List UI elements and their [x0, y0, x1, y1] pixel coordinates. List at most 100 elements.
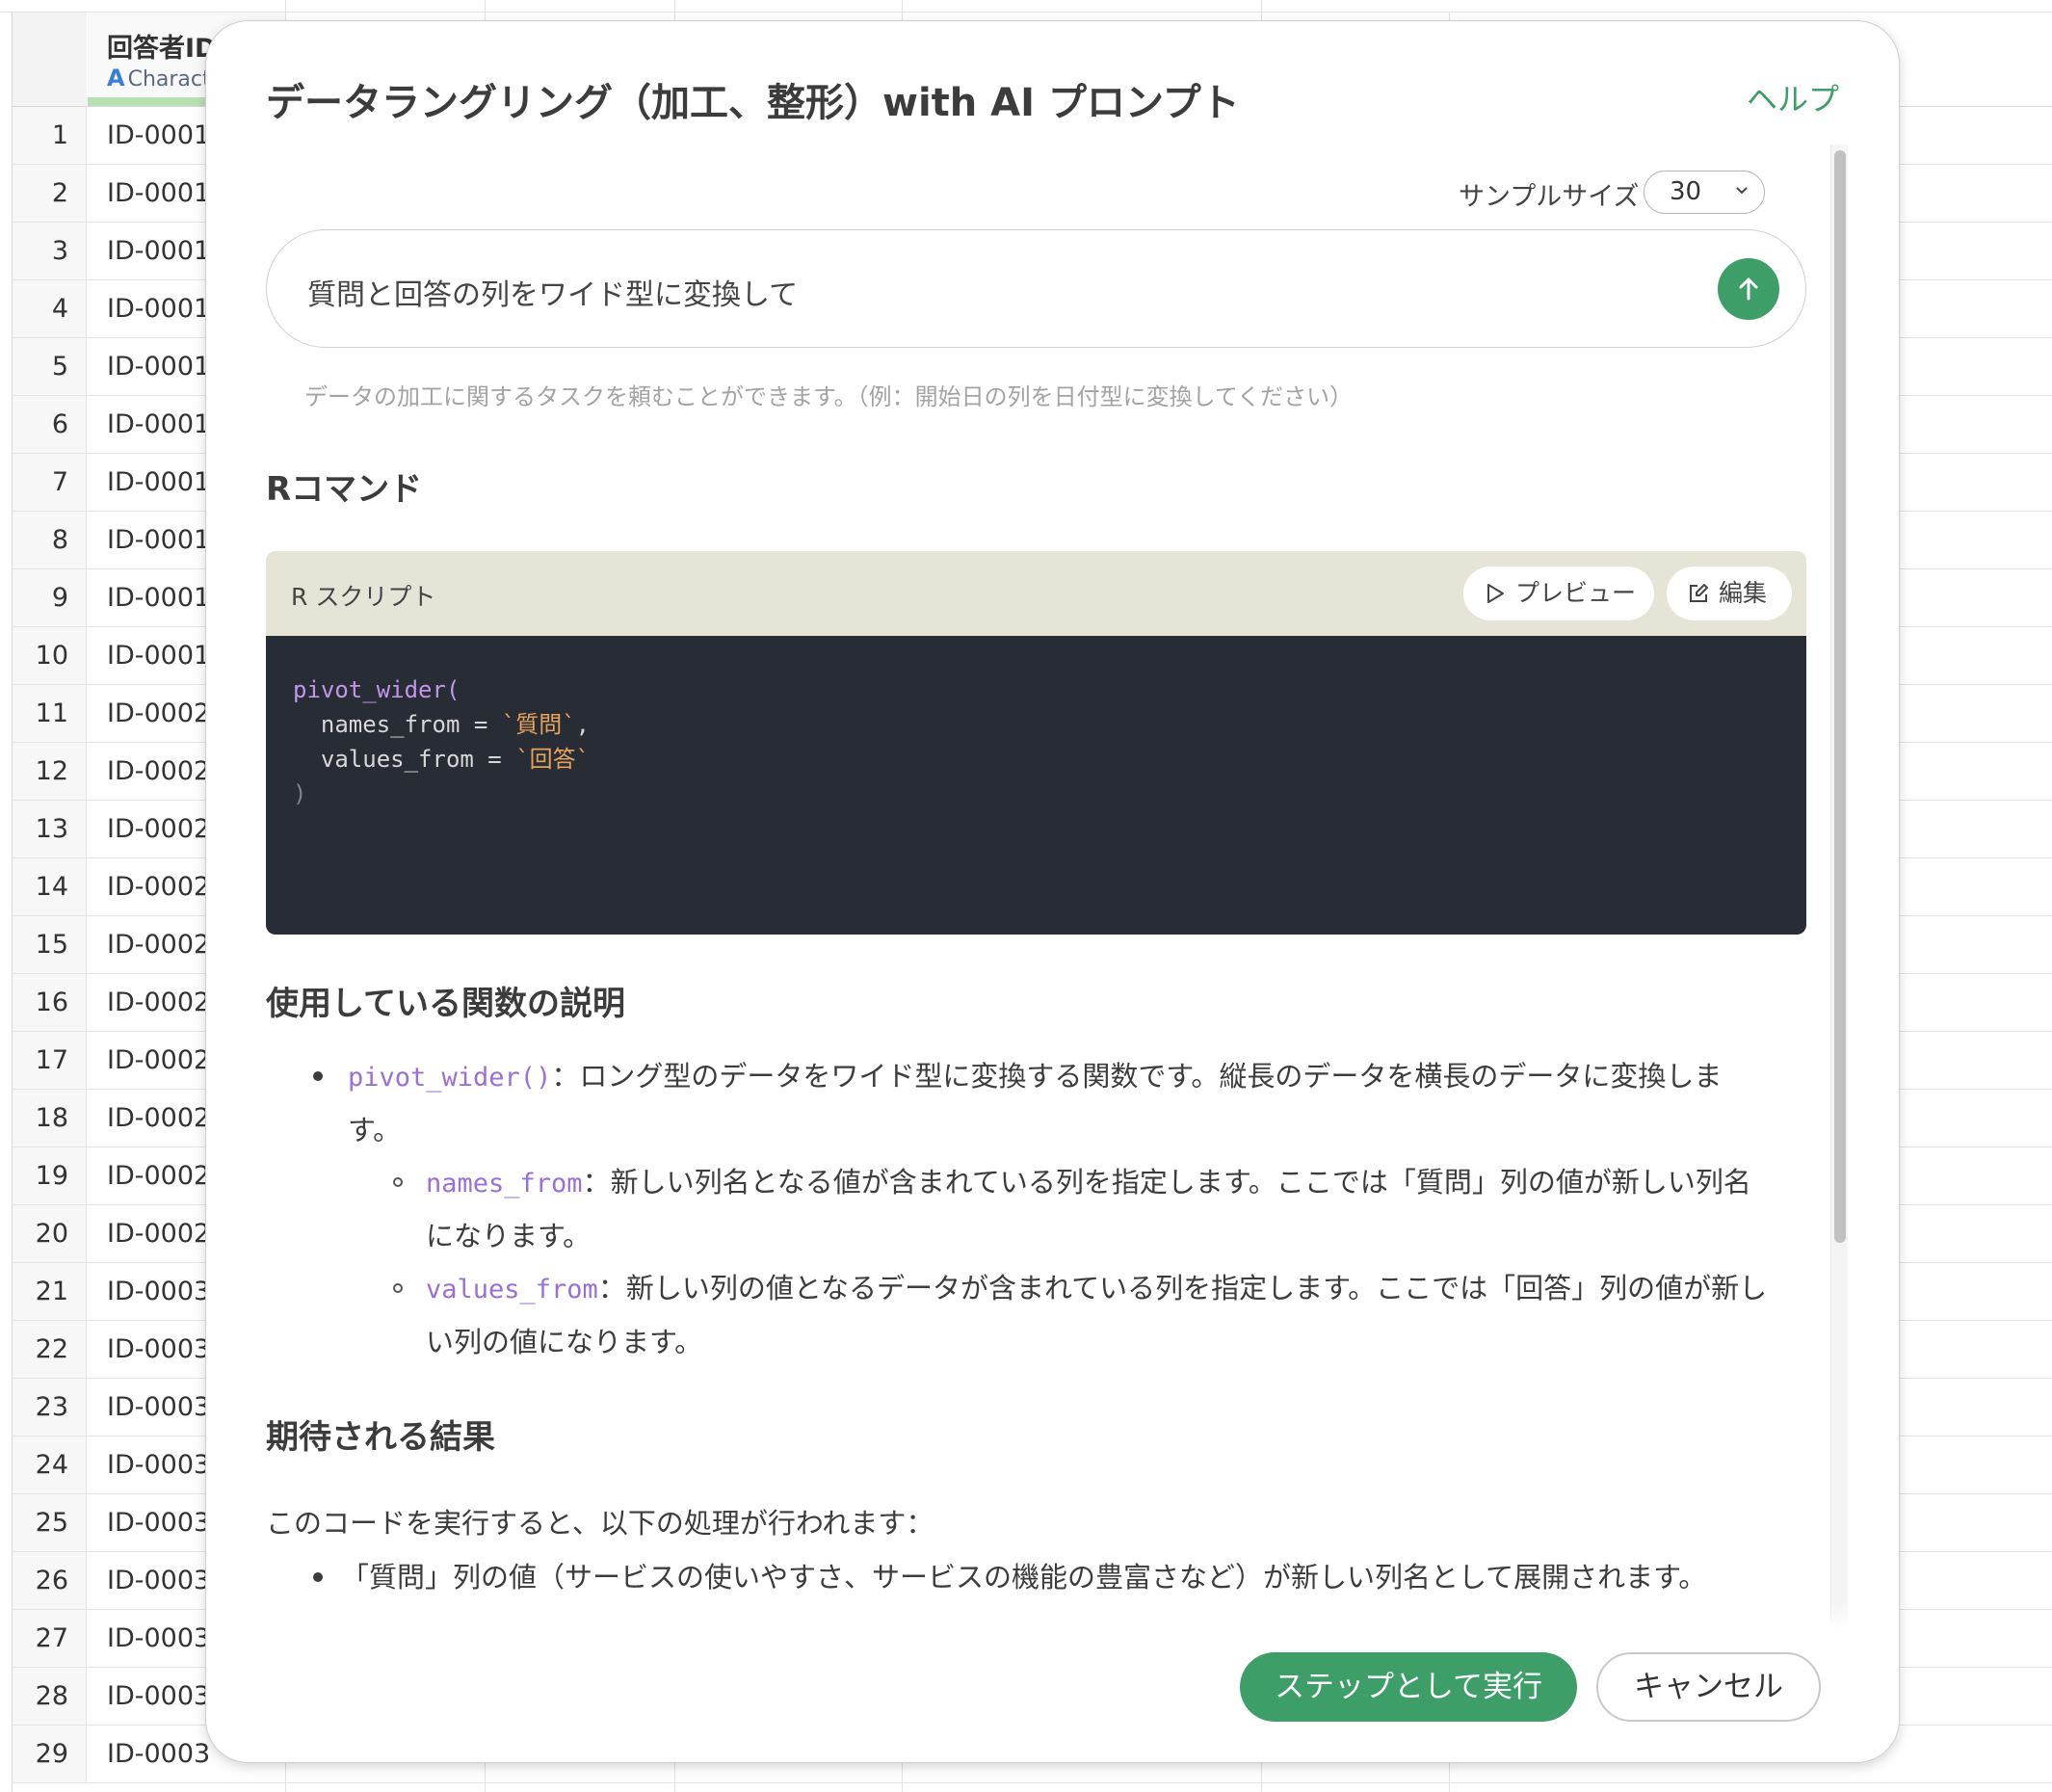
- play-icon: [1487, 584, 1504, 603]
- code-close-paren: ): [293, 780, 307, 807]
- functions-heading: 使用している関数の説明: [266, 985, 625, 1023]
- row-number[interactable]: 28: [13, 1668, 87, 1725]
- respondent-id-cell[interactable]: ID-0003: [107, 1726, 210, 1782]
- send-button[interactable]: [1718, 258, 1779, 320]
- respondent-id-cell[interactable]: ID-0002: [107, 916, 210, 973]
- sample-size-select[interactable]: 30: [1644, 171, 1765, 214]
- func-sub2-line-2: い列の値になります。: [426, 1326, 703, 1358]
- row-number[interactable]: 2: [13, 165, 87, 222]
- row-number[interactable]: 21: [13, 1263, 87, 1320]
- code-argument-name: values_from =: [293, 746, 516, 773]
- row-number[interactable]: 17: [13, 1032, 87, 1089]
- row-number[interactable]: 19: [13, 1147, 87, 1204]
- respondent-id-cell[interactable]: ID-0002: [107, 858, 210, 915]
- footer-fade: [206, 1601, 1899, 1630]
- respondent-id-cell[interactable]: ID-0003: [107, 1494, 210, 1551]
- respondent-id-cell[interactable]: ID-0003: [107, 1436, 210, 1493]
- prompt-input[interactable]: 質問と回答の列をワイド型に変換して: [266, 229, 1806, 348]
- bullet-dot: [313, 1071, 323, 1081]
- func-main-text: ：ロング型のデータをワイド型に変換する関数です。縦長のデータを横長のデータに変換…: [551, 1060, 1723, 1093]
- row-number[interactable]: 25: [13, 1494, 87, 1551]
- row-number[interactable]: 14: [13, 858, 87, 915]
- row-number[interactable]: 3: [13, 223, 87, 279]
- row-number[interactable]: 4: [13, 280, 87, 337]
- r-command-heading: Rコマンド: [266, 470, 423, 509]
- func-main-line-2: す。: [348, 1114, 402, 1146]
- func-sub1-line-1: names_from：新しい列名となる値が含まれている列を指定します。ここでは「…: [426, 1160, 1751, 1200]
- respondent-id-cell[interactable]: ID-0001: [107, 569, 210, 626]
- respondent-id-cell[interactable]: ID-0002: [107, 1032, 210, 1089]
- row-number[interactable]: 7: [13, 454, 87, 511]
- prompt-input-text: 質問と回答の列をワイド型に変換して: [307, 278, 799, 312]
- respondent-id-cell[interactable]: ID-0001: [107, 165, 210, 222]
- row-number[interactable]: 27: [13, 1610, 87, 1667]
- row-number[interactable]: 20: [13, 1205, 87, 1262]
- row-number[interactable]: 11: [13, 685, 87, 742]
- row-number[interactable]: 24: [13, 1436, 87, 1493]
- column-type-text: Charact: [127, 67, 211, 92]
- row-number[interactable]: 29: [13, 1726, 87, 1782]
- r-script-label: R スクリプト: [291, 583, 436, 611]
- respondent-id-cell[interactable]: ID-0003: [107, 1610, 210, 1667]
- respondent-id-cell[interactable]: ID-0003: [107, 1263, 210, 1320]
- respondent-id-cell[interactable]: ID-0001: [107, 280, 210, 337]
- row-number[interactable]: 12: [13, 743, 87, 800]
- chevron-down-icon: [1736, 187, 1748, 195]
- result-bullet: 「質問」列の値（サービスの使いやすさ、サービスの機能の豊富さなど）が新しい列名と…: [341, 1561, 1707, 1594]
- respondent-id-cell[interactable]: ID-0002: [107, 1090, 210, 1146]
- respondent-id-cell[interactable]: ID-0003: [107, 1379, 210, 1436]
- row-number[interactable]: 9: [13, 569, 87, 626]
- respondent-id-cell[interactable]: ID-0002: [107, 1205, 210, 1262]
- bullet-ring: [393, 1177, 403, 1187]
- preview-button[interactable]: プレビュー: [1463, 567, 1654, 620]
- respondent-id-cell[interactable]: ID-0003: [107, 1321, 210, 1378]
- func-sub2-code: values_from: [426, 1275, 598, 1304]
- column-header-name: 回答者ID: [107, 34, 217, 64]
- respondent-id-cell[interactable]: ID-0003: [107, 1552, 210, 1609]
- row-number[interactable]: 13: [13, 801, 87, 857]
- respondent-id-cell[interactable]: ID-0001: [107, 338, 210, 395]
- row-number[interactable]: 23: [13, 1379, 87, 1436]
- respondent-id-cell[interactable]: ID-0002: [107, 685, 210, 742]
- scrollbar-thumb[interactable]: [1834, 150, 1846, 1243]
- r-script-code[interactable]: pivot_wider( names_from = `質問`, values_f…: [266, 636, 1806, 935]
- respondent-id-cell[interactable]: ID-0003: [107, 1668, 210, 1725]
- func-sub2-line-1: values_from：新しい列の値となるデータが含まれている列を指定します。こ…: [426, 1266, 1767, 1306]
- run-as-step-button[interactable]: ステップとして実行: [1240, 1652, 1577, 1722]
- code-argument-value: `回答`: [515, 746, 591, 773]
- ai-prompt-dialog: データラングリング（加工、整形）with AI プロンプト ヘルプ サンプルサイ…: [206, 21, 1899, 1762]
- dialog-title: データラングリング（加工、整形）with AI プロンプト: [266, 81, 1240, 125]
- code-comma: ,: [575, 711, 591, 738]
- cancel-button[interactable]: キャンセル: [1596, 1652, 1821, 1722]
- code-argument-value: `質問`: [501, 711, 576, 738]
- preview-button-label: プレビュー: [1515, 579, 1637, 607]
- row-number[interactable]: 26: [13, 1552, 87, 1609]
- edit-button[interactable]: 編集: [1667, 567, 1792, 620]
- row-number[interactable]: 6: [13, 396, 87, 453]
- arrow-up-icon: [1739, 277, 1758, 301]
- row-number[interactable]: 18: [13, 1090, 87, 1146]
- help-link[interactable]: ヘルプ: [1747, 75, 1839, 119]
- respondent-id-cell[interactable]: ID-0001: [107, 627, 210, 684]
- respondent-id-cell[interactable]: ID-0001: [107, 223, 210, 279]
- respondent-id-cell[interactable]: ID-0001: [107, 454, 210, 511]
- grid-corner-cell[interactable]: [13, 13, 87, 106]
- respondent-id-cell[interactable]: ID-0001: [107, 512, 210, 568]
- respondent-id-cell[interactable]: ID-0001: [107, 107, 210, 164]
- row-number[interactable]: 5: [13, 338, 87, 395]
- sample-size-label: サンプルサイズ: [1459, 182, 1640, 212]
- respondent-id-cell[interactable]: ID-0002: [107, 1147, 210, 1204]
- row-number[interactable]: 15: [13, 916, 87, 973]
- respondent-id-cell[interactable]: ID-0002: [107, 801, 210, 857]
- respondent-id-cell[interactable]: ID-0002: [107, 743, 210, 800]
- row-number[interactable]: 8: [13, 512, 87, 568]
- bullet-dot: [313, 1572, 323, 1582]
- row-number[interactable]: 22: [13, 1321, 87, 1378]
- row-number[interactable]: 1: [13, 107, 87, 164]
- respondent-id-cell[interactable]: ID-0002: [107, 974, 210, 1031]
- row-number[interactable]: 16: [13, 974, 87, 1031]
- edit-button-label: 編集: [1719, 579, 1768, 607]
- row-number[interactable]: 10: [13, 627, 87, 684]
- func-sub2-text: ：新しい列の値となるデータが含まれている列を指定します。ここでは「回答」列の値が…: [597, 1272, 1768, 1304]
- respondent-id-cell[interactable]: ID-0001: [107, 396, 210, 453]
